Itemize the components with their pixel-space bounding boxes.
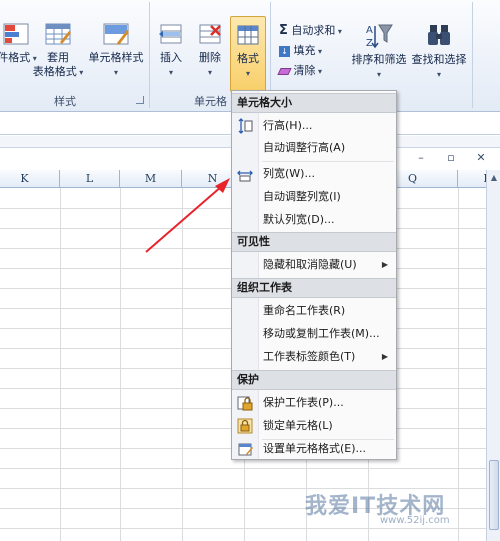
menu-item-move-copy-sheet[interactable]: 移动或复制工作表(M)... xyxy=(232,323,396,345)
menu-item-protect-sheet[interactable]: 保护工作表(P)... xyxy=(232,392,396,414)
menu-item-hide-unhide[interactable]: 隐藏和取消隐藏(U) ▶ xyxy=(232,254,396,276)
format-dropdown-menu: 单元格大小 行高(H)... 自动调整行高(A) 列宽(W)... 自动调整列宽… xyxy=(231,90,397,460)
column-width-icon xyxy=(237,170,253,182)
submenu-arrow-icon: ▶ xyxy=(381,260,388,269)
menu-section-visibility: 可见性 xyxy=(232,232,396,252)
watermark-url: www.52ij.com xyxy=(380,515,450,526)
menu-item-autofit-row-height[interactable]: 自动调整行高(A) xyxy=(232,137,396,159)
menu-item-row-height[interactable]: 行高(H)... xyxy=(232,115,396,137)
menu-item-autofit-column-width[interactable]: 自动调整列宽(I) xyxy=(232,186,396,208)
menu-separator xyxy=(262,161,394,162)
lock-icon xyxy=(237,418,253,434)
row-height-icon xyxy=(238,118,253,134)
menu-item-default-width[interactable]: 默认列宽(D)... xyxy=(232,209,396,231)
submenu-arrow-icon: ▶ xyxy=(381,352,388,361)
format-cells-icon xyxy=(238,443,253,456)
protect-sheet-icon xyxy=(237,396,253,411)
menu-item-format-cells[interactable]: 设置单元格格式(E)... xyxy=(232,438,396,460)
menu-section-organize-sheets: 组织工作表 xyxy=(232,278,396,298)
menu-item-lock-cell[interactable]: 锁定单元格(L) xyxy=(232,415,396,437)
menu-item-rename-sheet[interactable]: 重命名工作表(R) xyxy=(232,300,396,322)
menu-item-column-width[interactable]: 列宽(W)... xyxy=(232,163,396,185)
menu-item-tab-color[interactable]: 工作表标签颜色(T) ▶ xyxy=(232,346,396,368)
menu-section-cell-size: 单元格大小 xyxy=(232,93,396,113)
menu-section-protection: 保护 xyxy=(232,370,396,390)
